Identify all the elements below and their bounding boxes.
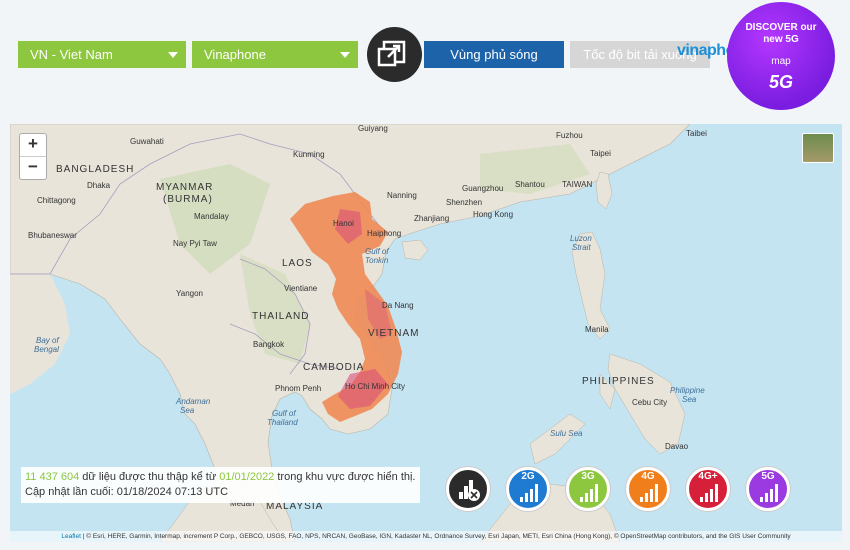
map-label: Cebu City (632, 398, 668, 407)
expand-button[interactable] (367, 27, 422, 82)
map-label: Bangkok (253, 340, 285, 349)
data-area-text: trong khu vực được hiển thị. (274, 471, 416, 483)
map-label: Sulu Sea (550, 429, 583, 438)
map-label: Guwahati (130, 137, 164, 146)
map-label: Chittagong (37, 196, 76, 205)
map-label: Philippine (670, 386, 705, 395)
map-label: TAIWAN (562, 180, 593, 189)
data-count: 11 437 604 (25, 471, 80, 483)
operator-select-value: Vinaphone (204, 47, 266, 62)
map-label: Guangzhou (462, 184, 504, 193)
map-label: BANGLADESH (56, 164, 135, 175)
legend-4g-toggle[interactable]: 4G (626, 467, 670, 511)
badge-line1: DISCOVER our (745, 22, 817, 33)
legend-label: 3G (581, 471, 595, 482)
map-label: Nanning (387, 191, 417, 200)
map-label: Bengal (34, 345, 59, 354)
country-select-value: VN - Viet Nam (30, 47, 113, 62)
legend-label: 4G (641, 471, 655, 482)
data-since-date: 01/01/2022 (219, 471, 275, 483)
signal-bars-icon (700, 484, 720, 502)
map-label: Andaman (176, 397, 211, 406)
map-label: Da Nang (382, 301, 414, 310)
map-label: Yangon (176, 289, 203, 298)
leaflet-link[interactable]: Leaflet (61, 533, 81, 540)
data-info-panel: 11 437 604 dữ liệu được thu thập kể từ 0… (21, 467, 420, 503)
map-label: (BURMA) (163, 194, 213, 205)
zoom-in-button[interactable]: + (20, 134, 46, 156)
map-label: LAOS (282, 258, 313, 269)
chevron-down-icon (168, 52, 178, 58)
map-label: Sea (682, 395, 697, 404)
zoom-control: + − (19, 133, 47, 180)
map-label: MYANMAR (156, 182, 214, 193)
signal-bars-icon (760, 484, 780, 502)
map-label: Bay of (36, 336, 59, 345)
legend-4gplus-toggle[interactable]: 4G+ (686, 467, 730, 511)
map-label: Sea (180, 406, 195, 415)
map-label: Fuzhou (556, 131, 583, 140)
map-label: Hanoi (333, 219, 354, 228)
legend-label: 4G+ (698, 471, 718, 482)
map-label: Dhaka (87, 181, 111, 190)
map-label: PHILIPPINES (582, 376, 655, 387)
data-count-line: 11 437 604 dữ liệu được thu thập kể từ 0… (25, 470, 416, 485)
country-select[interactable]: VN - Viet Nam (18, 41, 186, 68)
map-attribution: Leaflet | © Esri, HERE, Garmin, Intermap… (10, 531, 842, 542)
map-label: Hong Kong (473, 210, 514, 219)
basemap-toggle[interactable] (802, 133, 834, 163)
map-label: Davao (665, 442, 689, 451)
map-label: Phnom Penh (275, 384, 322, 393)
map-label: Haiphong (367, 229, 402, 238)
map-label: Bhubaneswar (28, 231, 77, 240)
badge-line3: map (771, 56, 791, 67)
badge-line2: new 5G (763, 34, 799, 45)
tab-coverage[interactable]: Vùng phủ sóng (424, 41, 564, 68)
map-label: Vientiane (284, 284, 318, 293)
map-label: CAMBODIA (303, 362, 365, 373)
map-label: Guiyang (358, 124, 388, 133)
map-label: Zhanjiang (414, 214, 450, 223)
map-label: Gulf of (272, 409, 296, 418)
map-label: Taipei (590, 149, 611, 158)
map-label: Luzon (570, 234, 592, 243)
legend-3g-toggle[interactable]: 3G (566, 467, 610, 511)
map-label: Nay Pyi Taw (173, 239, 217, 248)
signal-bars-icon (640, 484, 660, 502)
legend-5g-toggle[interactable]: 5G (746, 467, 790, 511)
map-label: Mandalay (194, 212, 229, 221)
no-coverage-toggle[interactable] (446, 467, 490, 511)
expand-icon (377, 40, 406, 67)
chevron-down-icon (340, 52, 350, 58)
map-label: Strait (572, 243, 591, 252)
map-label: Manila (585, 325, 609, 334)
map-label: Taibei (686, 129, 707, 138)
map-label: VIETNAM (368, 328, 420, 339)
map-label: Kunming (293, 150, 325, 159)
no-signal-icon (459, 480, 480, 501)
map-label: Shantou (515, 180, 545, 189)
signal-bars-icon (520, 484, 540, 502)
zoom-out-button[interactable]: − (20, 156, 46, 179)
legend-label: 2G (521, 471, 535, 482)
map-label: THAILAND (252, 311, 310, 322)
operator-select[interactable]: Vinaphone (192, 41, 358, 68)
map-label: Tonkin (365, 256, 389, 265)
attribution-text: | © Esri, HERE, Garmin, Intermap, increm… (80, 533, 791, 540)
map-label: Gulf of (365, 247, 389, 256)
last-updated: Cập nhật lần cuối: 01/18/2024 07:13 UTC (25, 486, 229, 498)
data-count-text: dữ liệu được thu thập kể từ (79, 471, 220, 483)
discover-5g-badge[interactable]: DISCOVER our new 5G map 5G (727, 2, 835, 110)
map-label: Thailand (267, 418, 298, 427)
badge-5g-logo: 5G (768, 72, 793, 92)
signal-bars-icon (580, 484, 600, 502)
map-label: Ho Chi Minh City (345, 382, 406, 391)
legend-2g-toggle[interactable]: 2G (506, 467, 550, 511)
map-label: Shenzhen (446, 198, 483, 207)
coverage-map[interactable]: + − Guiyang Fuzhou Taibei Taipei TAIWAN … (10, 124, 842, 542)
legend-label: 5G (761, 471, 775, 482)
